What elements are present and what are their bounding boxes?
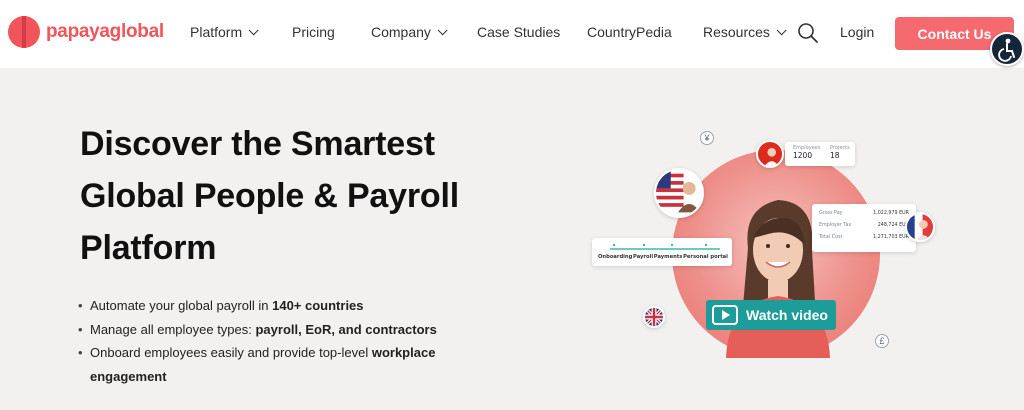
uk-flag-icon [643, 306, 665, 328]
papaya-logo-icon [8, 16, 40, 48]
step-label: Payments [653, 254, 683, 260]
payroll-label: Employer Tax [819, 223, 852, 228]
payroll-label: Total Cost [819, 235, 843, 240]
list-item: Automate your global payroll in 140+ cou… [78, 294, 498, 318]
payroll-row: Total Cost 1,271,703 EUR [812, 232, 916, 244]
nav-countrypedia[interactable]: CountryPedia [587, 24, 672, 40]
nav-platform[interactable]: Platform [190, 24, 259, 40]
us-employee-avatar [654, 168, 704, 218]
pound-symbol: £ [879, 336, 885, 346]
site-header: papayaglobal Platform Pricing Company Ca… [0, 0, 1024, 68]
payroll-value: 1,022,979 EUR [873, 211, 909, 216]
nav-countrypedia-label: CountryPedia [587, 24, 672, 40]
chevron-down-icon [437, 24, 448, 35]
payroll-row: Gross Pay 1,022,979 EUR [812, 208, 916, 220]
payroll-label: Gross Pay [819, 211, 843, 216]
france-employee-avatar [905, 212, 935, 242]
watch-video-button[interactable]: Watch video [706, 300, 836, 330]
nav-company-label: Company [371, 24, 431, 40]
nav-resources[interactable]: Resources [703, 24, 787, 40]
yen-symbol: ¥ [704, 133, 710, 143]
payroll-row: Employer Tax 248,724 EUR [812, 220, 916, 232]
chevron-down-icon [776, 24, 787, 35]
brand-name: papayaglobal [46, 21, 164, 42]
bullet-highlight: 140+ countries [272, 298, 364, 313]
accessibility-icon[interactable] [990, 32, 1024, 66]
progress-track [610, 243, 720, 250]
yen-coin-icon: ¥ [700, 131, 714, 145]
bullet-text: Manage all employee types: [90, 321, 256, 337]
search-icon[interactable] [797, 22, 819, 44]
pound-coin-icon: £ [875, 334, 889, 348]
china-employee-avatar [756, 140, 784, 168]
step-label: Personal portal [683, 254, 728, 260]
bullet-text: Onboard employees easily and provide top… [90, 345, 372, 360]
bullet-text: Automate your global payroll in [90, 298, 273, 313]
nav-resources-label: Resources [703, 24, 770, 40]
employees-stats-card: Employees 1200 Projects 18 [785, 142, 855, 166]
list-item: Onboard employees easily and provide top… [78, 341, 498, 388]
hero-illustration: ¥ £ Employees 1200 Projects 18 Gross Pay… [580, 120, 980, 400]
hero-title: Discover the Smartest Global People & Pa… [80, 125, 459, 267]
nav-case-studies[interactable]: Case Studies [477, 24, 560, 40]
projects-value: 18 [830, 151, 840, 160]
play-icon [712, 305, 738, 325]
bullet-highlight: payroll, EoR, and contractors [255, 321, 437, 337]
hero-bullet-list: Automate your global payroll in 140+ cou… [78, 294, 498, 388]
payroll-value: 1,271,703 EUR [873, 235, 909, 240]
chevron-down-icon [248, 24, 259, 35]
employees-value: 1200 [793, 151, 813, 160]
payroll-summary-card: Gross Pay 1,022,979 EUR Employer Tax 248,7… [812, 204, 916, 252]
step-label: Onboarding [598, 254, 633, 260]
nav-platform-label: Platform [190, 24, 243, 40]
nav-pricing[interactable]: Pricing [292, 24, 335, 40]
login-link[interactable]: Login [840, 24, 874, 40]
nav-case-studies-label: Case Studies [477, 24, 561, 40]
nav-company[interactable]: Company [371, 24, 448, 40]
onboarding-steps-card: Onboarding Payroll Payments Personal por… [592, 238, 732, 266]
watch-video-label: Watch video [746, 307, 828, 323]
brand-logo[interactable]: papayaglobal [8, 16, 164, 48]
step-label: Payroll [633, 254, 654, 260]
list-item: Manage all employee types: payroll, EoR,… [78, 318, 498, 342]
nav-pricing-label: Pricing [292, 24, 335, 40]
